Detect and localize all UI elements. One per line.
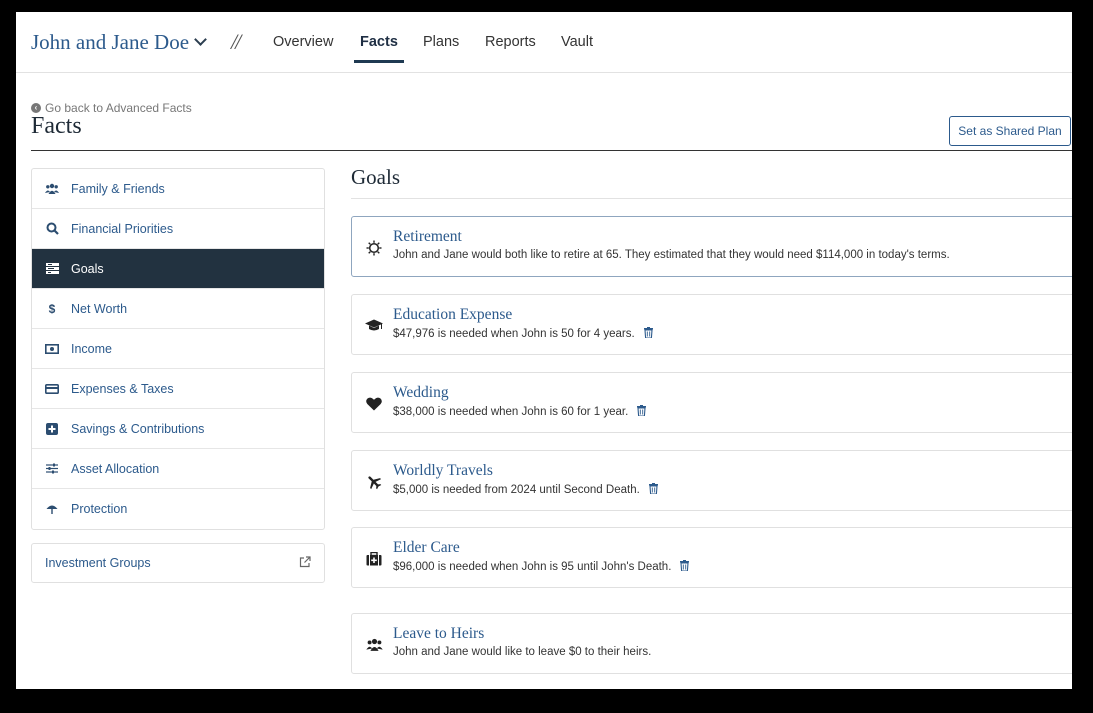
set-shared-plan-button[interactable]: Set as Shared Plan [949,116,1071,146]
goal-card-leave-to-heirs[interactable]: Leave to Heirs John and Jane would like … [351,613,1072,674]
goal-title[interactable]: Leave to Heirs [393,625,484,643]
sidebar-item-net-worth[interactable]: $ Net Worth [32,289,324,329]
sidebar-item-income[interactable]: Income [32,329,324,369]
dollar-icon: $ [48,301,56,316]
sidebar-item-label: Asset Allocation [71,461,160,476]
sidebar-item-goals[interactable]: Goals [32,249,324,289]
goals-heading: Goals [351,165,400,189]
external-link-icon [299,556,311,568]
nav-separator: // [231,29,241,54]
client-name: John and Jane Doe [31,30,190,54]
sidebar-item-label: Family & Friends [71,181,165,196]
goal-description-text: $96,000 is needed when John is 95 until … [393,561,672,573]
heart-icon [364,394,384,414]
goal-card-education-expense[interactable]: Education Expense $47,976 is needed when… [351,294,1072,355]
plus-square-icon [45,422,59,435]
sidebar-item-protection[interactable]: Protection [32,489,324,529]
credit-card-icon [45,383,59,394]
arrow-left-circle-icon: ‹ [31,103,41,113]
goal-description: John and Jane would like to leave $0 to … [393,646,651,658]
screenshot-frame: John and Jane Doe // Overview Facts Plan… [0,0,1093,713]
trash-icon[interactable] [637,405,647,419]
page-title: Facts [31,113,82,139]
family-icon [45,183,59,195]
plane-icon [364,472,384,492]
goal-card-retirement[interactable]: Retirement John and Jane would both like… [351,216,1072,277]
sidebar-item-label: Savings & Contributions [71,421,205,436]
sidebar-item-label: Protection [71,502,128,516]
goal-title[interactable]: Retirement [393,228,462,246]
goal-title[interactable]: Wedding [393,384,449,402]
app-window: John and Jane Doe // Overview Facts Plan… [16,12,1072,689]
sidebar-item-label: Income [71,341,112,356]
trash-icon[interactable] [680,560,690,574]
header-divider [31,150,1072,151]
sidebar-item-label: Goals [71,261,104,276]
sidebar-item-label: Expenses & Taxes [71,381,174,396]
sidebar-item-family-friends[interactable]: Family & Friends [32,169,324,209]
tab-facts[interactable]: Facts [354,34,404,63]
tab-reports[interactable]: Reports [485,34,536,50]
trash-icon[interactable] [643,327,653,341]
cash-icon [45,343,59,354]
umbrella-icon [45,503,59,515]
trash-icon[interactable] [648,483,658,497]
goal-card-elder-care[interactable]: Elder Care $96,000 is needed when John i… [351,527,1072,588]
sidebar-item-savings-contributions[interactable]: Savings & Contributions [32,409,324,449]
goal-description-text: John and Jane would both like to retire … [393,249,950,261]
facts-sidebar: Family & Friends Financial Priorities Go… [31,168,325,530]
sliders-icon [45,463,59,474]
goal-card-worldly-travels[interactable]: Worldly Travels $5,000 is needed from 20… [351,450,1072,511]
family-icon [364,635,384,655]
medical-kit-icon [364,549,384,569]
goal-title[interactable]: Elder Care [393,539,460,557]
goal-card-wedding[interactable]: Wedding $38,000 is needed when John is 6… [351,372,1072,433]
chevron-down-icon [194,33,207,46]
goals-icon [45,263,59,274]
tab-plans[interactable]: Plans [423,34,459,50]
goal-title[interactable]: Worldly Travels [393,462,493,480]
goals-divider [351,198,1072,199]
goal-title[interactable]: Education Expense [393,306,512,324]
sidebar-item-expenses-taxes[interactable]: Expenses & Taxes [32,369,324,409]
goal-description: $47,976 is needed when John is 50 for 4 … [393,327,653,341]
tab-overview[interactable]: Overview [273,34,333,50]
goal-description-text: $47,976 is needed when John is 50 for 4 … [393,328,635,340]
goal-description: $38,000 is needed when John is 60 for 1 … [393,405,647,419]
graduation-cap-icon [364,316,384,336]
goal-description: $5,000 is needed from 2024 until Second … [393,483,658,497]
investment-groups-link[interactable]: Investment Groups [31,543,325,583]
goal-description-text: $5,000 is needed from 2024 until Second … [393,484,640,496]
sidebar-item-label: Financial Priorities [71,221,174,236]
sidebar-item-asset-allocation[interactable]: Asset Allocation [32,449,324,489]
investment-groups-label: Investment Groups [45,556,151,570]
goal-description: John and Jane would both like to retire … [393,249,950,261]
goal-description-text: $38,000 is needed when John is 60 for 1 … [393,406,629,418]
tab-vault[interactable]: Vault [561,34,593,50]
goal-description-text: John and Jane would like to leave $0 to … [393,646,652,658]
sidebar-item-label: Net Worth [71,301,128,316]
search-icon [45,222,59,235]
client-selector[interactable]: John and Jane Doe [31,30,207,55]
top-nav: John and Jane Doe // Overview Facts Plan… [16,12,1072,73]
sidebar-item-financial-priorities[interactable]: Financial Priorities [32,209,324,249]
goal-description: $96,000 is needed when John is 95 until … [393,560,690,574]
sun-icon [364,238,384,258]
